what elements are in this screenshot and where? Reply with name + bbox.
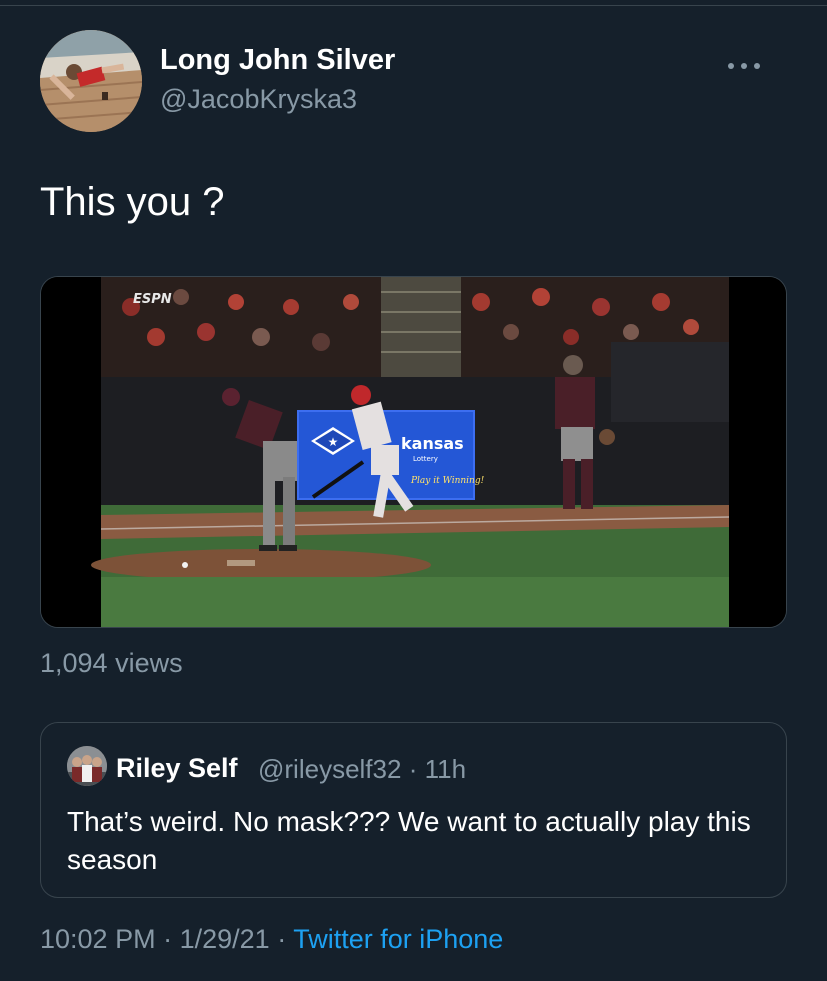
quoted-author-handle[interactable]: @rileyself32 bbox=[258, 754, 401, 784]
tweet-footer: 10:02 PM · 1/29/21 · Twitter for iPhone bbox=[40, 924, 503, 955]
top-divider bbox=[0, 5, 827, 6]
espn-logo: ESPN bbox=[133, 292, 172, 307]
footer-separator-1: · bbox=[163, 924, 173, 954]
quoted-tweet[interactable]: Riley Self @rileyself32 · 11h That’s wei… bbox=[40, 722, 787, 898]
quoted-meta: @rileyself32 · 11h bbox=[258, 754, 466, 785]
ad-banner-subtext: Lottery bbox=[413, 455, 438, 463]
author-handle[interactable]: @JacobKryska3 bbox=[160, 84, 357, 115]
view-count: 1,094 views bbox=[40, 648, 183, 678]
more-horizontal-icon[interactable] bbox=[726, 58, 762, 69]
svg-text:★: ★ bbox=[328, 435, 339, 449]
quoted-author-name[interactable]: Riley Self bbox=[116, 753, 238, 784]
tweet-video[interactable]: ★ kansas Lottery Play it Winning! ESPN bbox=[40, 276, 787, 628]
tweet-source-link[interactable]: Twitter for iPhone bbox=[293, 924, 503, 954]
author-display-name[interactable]: Long John Silver bbox=[160, 44, 395, 77]
author-avatar[interactable] bbox=[40, 30, 142, 132]
quoted-tweet-text: That’s weird. No mask??? We want to actu… bbox=[67, 806, 751, 875]
footer-separator-2: · bbox=[277, 924, 287, 954]
tweet-time[interactable]: 10:02 PM bbox=[40, 924, 156, 954]
quoted-timestamp[interactable]: 11h bbox=[425, 754, 466, 784]
tweet-date[interactable]: 1/29/21 bbox=[180, 924, 270, 954]
quoted-separator: · bbox=[408, 754, 418, 784]
tweet-text: This you ? bbox=[40, 180, 225, 224]
ad-banner-slogan: Play it Winning! bbox=[410, 476, 485, 486]
ad-banner-text: kansas bbox=[401, 434, 464, 453]
quoted-author-avatar[interactable] bbox=[67, 746, 107, 786]
